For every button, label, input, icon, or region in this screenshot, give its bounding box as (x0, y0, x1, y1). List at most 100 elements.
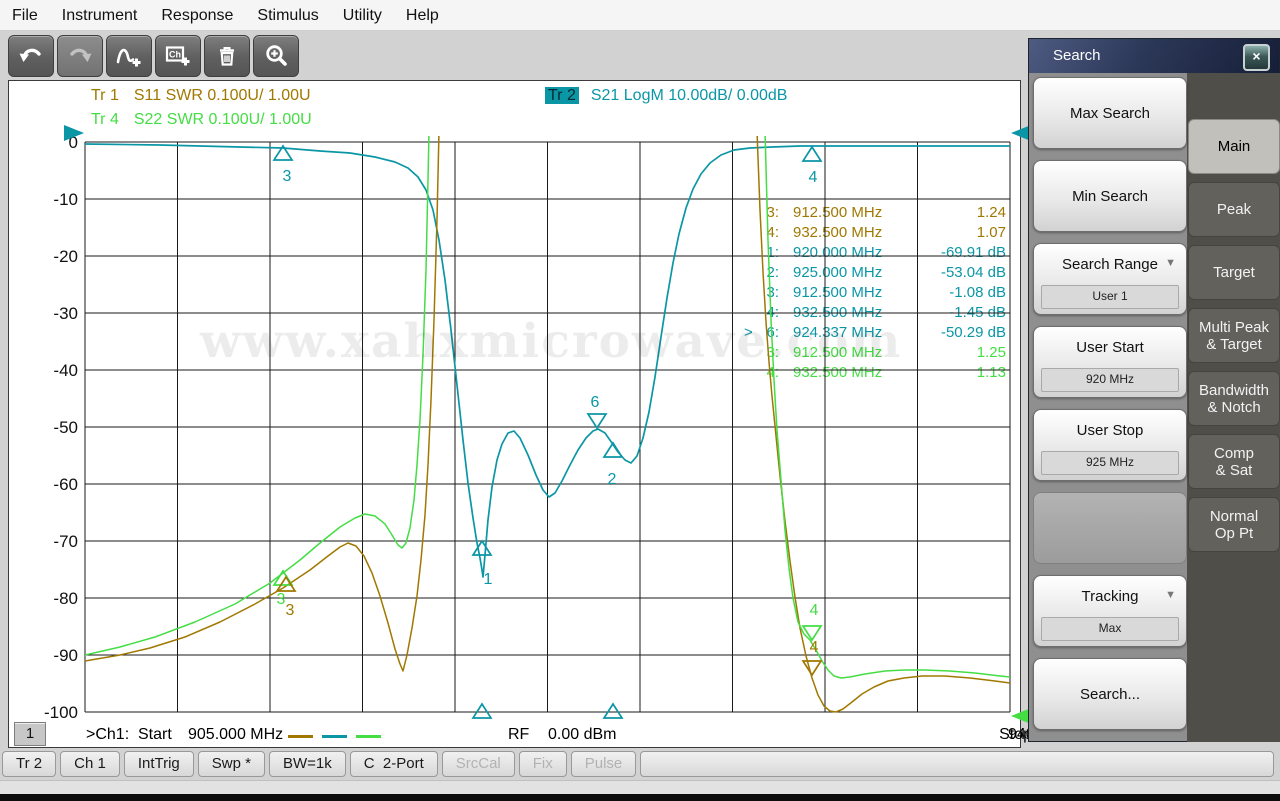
marker-number: 3: (766, 284, 779, 301)
dropdown-arrow-icon: ▼ (1165, 257, 1176, 269)
add-channel-button[interactable]: Ch (155, 35, 201, 77)
panel-button-label: Search... (1079, 685, 1141, 703)
close-button[interactable]: × (1243, 44, 1270, 71)
rf-value: 0.00 dBm (548, 726, 617, 743)
trace1-format: S11 SWR 0.100U/ 1.00U (133, 87, 311, 104)
marker-value: 1.07 (976, 224, 1006, 241)
marker-row: 4: 932.500 MHz 1.07 (744, 223, 1006, 243)
marker-row: 3: 912.500 MHz -1.08 dB (744, 283, 1006, 303)
marker-number: 4: (766, 224, 779, 241)
marker-active-indicator (744, 343, 757, 363)
trace4-id[interactable]: Tr 4 (88, 111, 122, 128)
status-segment-c-2-port[interactable]: C 2-Port (349, 751, 438, 777)
add-channel-icon: Ch (164, 43, 192, 70)
panel-button-label (1034, 493, 1186, 563)
panel-button-tracking[interactable]: Tracking ▼ Max (1033, 575, 1187, 647)
trace-label-tr1[interactable]: Tr 1 S11 SWR 0.100U/ 1.00U (88, 87, 311, 105)
trace2-id[interactable]: Tr 2 (545, 87, 579, 104)
trace-label-tr2[interactable]: Tr 2 S21 LogM 10.00dB/ 0.00dB (545, 87, 787, 105)
tab-main[interactable]: Main (1188, 119, 1280, 174)
marker-row: 4: 932.500 MHz -1.45 dB (744, 303, 1006, 323)
add-trace-icon (115, 43, 143, 70)
measurement-panel (8, 80, 1021, 748)
menu-item-response[interactable]: Response (149, 1, 245, 30)
search-panel-title: Search (1053, 47, 1101, 64)
add-trace-button[interactable] (106, 35, 152, 77)
panel-button-user-start[interactable]: User Start 920 MHz (1033, 326, 1187, 398)
marker-active-indicator (744, 223, 757, 243)
panel-button-min-search[interactable]: Min Search (1033, 160, 1187, 232)
menu-item-help[interactable]: Help (394, 1, 451, 30)
status-segment-inttrig[interactable]: IntTrig (123, 751, 194, 777)
marker-value: -1.08 dB (949, 284, 1006, 301)
marker-frequency: 932.500 MHz (793, 364, 883, 381)
panel-button-label: Max Search (1069, 104, 1151, 122)
status-segment-ch-1[interactable]: Ch 1 (60, 751, 120, 777)
tab-comp-sat[interactable]: Comp & Sat (1188, 434, 1280, 489)
menu-item-stimulus[interactable]: Stimulus (245, 1, 330, 30)
status-segment-swp[interactable]: Swp * (197, 751, 265, 777)
marker-row: 2: 925.000 MHz -53.04 dB (744, 263, 1006, 283)
bottom-black-bar (0, 794, 1280, 801)
trace-label-tr4[interactable]: Tr 4 S22 SWR 0.100U/ 1.00U (88, 111, 312, 129)
undo-button[interactable] (8, 35, 54, 77)
zoom-in-icon (263, 43, 289, 69)
channel-tab[interactable]: 1 (14, 722, 46, 746)
search-panel-titlebar[interactable]: Search × (1029, 39, 1279, 73)
marker-frequency: 925.000 MHz (793, 264, 883, 281)
delete-trace-button[interactable] (204, 35, 250, 77)
marker-row: >6: 924.337 MHz -50.29 dB (744, 323, 1006, 343)
rf-label: RF (508, 726, 530, 743)
panel-button-search-range[interactable]: Search Range ▼ User 1 (1033, 243, 1187, 315)
close-icon: × (1252, 48, 1261, 64)
marker-frequency: 920.000 MHz (793, 244, 883, 261)
status-segment-srccal[interactable]: SrcCal (441, 751, 515, 777)
panel-button-search[interactable]: Search... (1033, 658, 1187, 730)
trace2-color-swatch (322, 735, 347, 738)
start-value: 905.000 MHz (188, 726, 284, 743)
panel-button-max-search[interactable]: Max Search (1033, 77, 1187, 149)
marker-active-indicator (744, 303, 757, 323)
menu-item-file[interactable]: File (0, 1, 50, 30)
zoom-button[interactable] (253, 35, 299, 77)
marker-number: 4: (766, 304, 779, 321)
tab-target[interactable]: Target (1188, 245, 1280, 300)
tab-normal-op-pt[interactable]: Normal Op Pt (1188, 497, 1280, 552)
marker-active-indicator (744, 203, 757, 223)
marker-row: 3: 912.500 MHz 1.25 (744, 343, 1006, 363)
status-segment-fix[interactable]: Fix (518, 751, 567, 777)
status-segment-pulse[interactable]: Pulse (570, 751, 637, 777)
trace1-color-swatch (288, 735, 313, 738)
panel-tab-column: Main Peak Target Multi Peak & Target Bandwid… (1187, 73, 1280, 742)
marker-row: 4: 932.500 MHz 1.13 (744, 363, 1006, 383)
panel-button-label: User Start (1076, 338, 1144, 356)
tab-peak[interactable]: Peak (1188, 182, 1280, 237)
panel-button-value: User 1 (1041, 285, 1179, 309)
marker-value: 1.24 (976, 204, 1006, 221)
status-segment-tr-2[interactable]: Tr 2 (2, 751, 57, 777)
dropdown-arrow-icon: ▼ (1165, 589, 1176, 601)
panel-button-user-stop[interactable]: User Stop 925 MHz (1033, 409, 1187, 481)
menu-item-utility[interactable]: Utility (331, 1, 394, 30)
stimulus-info-row: >Ch1: Start 905.000 MHz RF 0.00 dBm Stop… (86, 726, 1103, 746)
trace1-id[interactable]: Tr 1 (88, 87, 122, 104)
marker-number: 6: (766, 324, 779, 341)
trace4-color-swatch (356, 735, 381, 738)
tab-bandwidth-notch[interactable]: Bandwidth & Notch (1188, 371, 1280, 426)
redo-button[interactable] (57, 35, 103, 77)
tab-multi-peak-target[interactable]: Multi Peak & Target (1188, 308, 1280, 363)
menu-bar: File Instrument Response Stimulus Utility Hel… (0, 0, 1280, 31)
menu-item-instrument[interactable]: Instrument (50, 1, 150, 30)
panel-button-label: Min Search (1072, 187, 1148, 205)
status-segment-empty (640, 751, 1274, 777)
marker-value: 1.13 (976, 364, 1006, 381)
status-segment-bw-1k[interactable]: BW=1k (268, 751, 346, 777)
marker-row: 1: 920.000 MHz -69.91 dB (744, 243, 1006, 263)
marker-frequency: 912.500 MHz (793, 344, 883, 361)
marker-active-indicator (744, 283, 757, 303)
panel-button-column: Max Search Min Search Search Range ▼ User 1 U… (1033, 77, 1187, 741)
marker-value: -1.45 dB (949, 304, 1006, 321)
panel-button-value: Max (1041, 617, 1179, 641)
undo-icon (17, 43, 45, 69)
delete-trace-icon (214, 43, 240, 69)
